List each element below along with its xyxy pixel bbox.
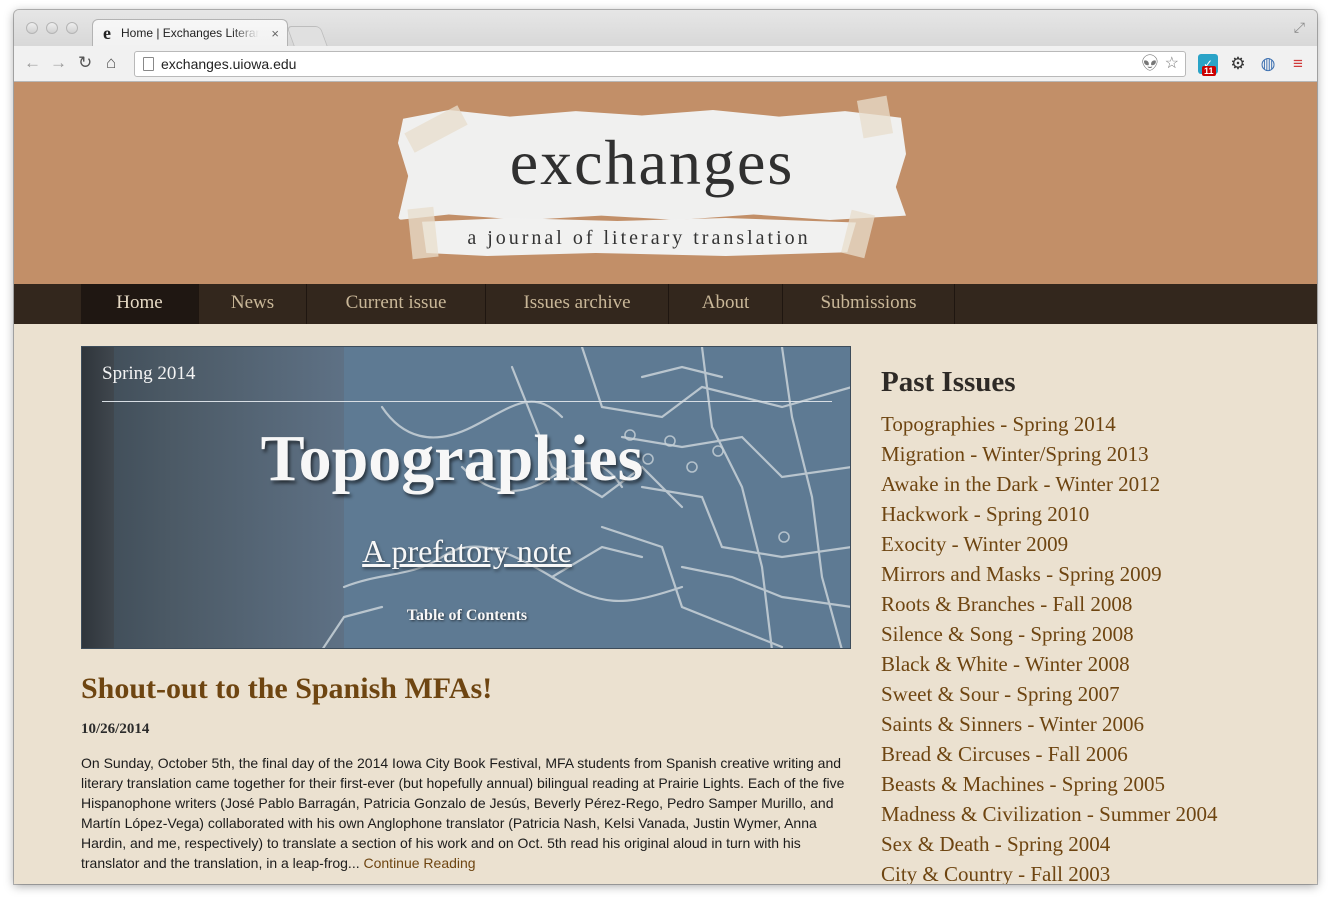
site-logo-title[interactable]: exchanges [398, 126, 906, 200]
title-bar: e Home | Exchanges Literary × ⤢ [14, 10, 1317, 47]
past-issue-link[interactable]: Black & White - Winter 2008 [881, 649, 1218, 679]
tab-title: Home | Exchanges Literary [121, 26, 259, 40]
past-issues-list: Topographies - Spring 2014 Migration - W… [881, 409, 1218, 884]
issue-season: Spring 2014 [102, 363, 196, 384]
continue-reading-link[interactable]: Continue Reading [364, 855, 476, 871]
site-favicon-icon: e [103, 23, 111, 43]
table-of-contents-link[interactable]: Table of Contents [82, 607, 850, 625]
browser-toolbar: ← → ↻ ⌂ exchanges.uiowa.edu 👽︎ ☆ ✓ 11 ⚙ … [14, 46, 1317, 82]
menu-icon[interactable]: ≡ [1288, 54, 1308, 74]
new-tab-button[interactable] [286, 26, 328, 46]
past-issue-link[interactable]: Awake in the Dark - Winter 2012 [881, 469, 1218, 499]
post-excerpt: On Sunday, October 5th, the final day of… [81, 753, 851, 873]
post-body-text: On Sunday, October 5th, the final day of… [81, 755, 845, 871]
extension-badge: 11 [1202, 66, 1216, 76]
nav-current-issue[interactable]: Current issue [307, 284, 486, 324]
past-issue-link[interactable]: Sex & Death - Spring 2004 [881, 829, 1218, 859]
page-icon [143, 57, 154, 71]
past-issue-link[interactable]: City & Country - Fall 2003 [881, 859, 1218, 884]
past-issue-link[interactable]: Exocity - Winter 2009 [881, 529, 1218, 559]
past-issues-heading: Past Issues [881, 366, 1016, 398]
reddit-icon[interactable]: 👽︎ [1140, 55, 1160, 72]
past-issue-link[interactable]: Migration - Winter/Spring 2013 [881, 439, 1218, 469]
nav-about[interactable]: About [669, 284, 783, 324]
past-issue-link[interactable]: Roots & Branches - Fall 2008 [881, 589, 1218, 619]
zoom-window-button[interactable] [66, 22, 78, 34]
past-issue-link[interactable]: Topographies - Spring 2014 [881, 409, 1218, 439]
prefatory-note-link[interactable]: A prefatory note [82, 533, 850, 570]
checkmark-extension-icon[interactable]: ✓ 11 [1198, 54, 1218, 76]
past-issue-link[interactable]: Bread & Circuses - Fall 2006 [881, 739, 1218, 769]
past-issue-link[interactable]: Madness & Civilization - Summer 2004 [881, 799, 1218, 829]
back-arrow-icon[interactable]: ← [24, 53, 41, 73]
main-nav: Home News Current issue Issues archive A… [14, 284, 1317, 324]
browser-window: e Home | Exchanges Literary × ⤢ ← → ↻ ⌂ … [14, 10, 1317, 884]
minimize-window-button[interactable] [46, 22, 58, 34]
globe-icon[interactable]: ◍ [1258, 54, 1278, 74]
page-content: exchanges a journal of literary translat… [14, 82, 1317, 884]
past-issue-link[interactable]: Mirrors and Masks - Spring 2009 [881, 559, 1218, 589]
reload-icon[interactable]: ↻ [78, 53, 92, 73]
tab-close-icon[interactable]: × [271, 20, 279, 47]
past-issue-link[interactable]: Silence & Song - Spring 2008 [881, 619, 1218, 649]
nav-issues-archive[interactable]: Issues archive [486, 284, 669, 324]
past-issue-link[interactable]: Saints & Sinners - Winter 2006 [881, 709, 1218, 739]
bookmark-star-icon[interactable]: ☆ [1165, 55, 1179, 72]
past-issue-link[interactable]: Beasts & Machines - Spring 2005 [881, 769, 1218, 799]
home-icon[interactable]: ⌂ [106, 53, 116, 73]
nav-news[interactable]: News [199, 284, 307, 324]
map-lines-graphic [322, 347, 850, 648]
nav-submissions[interactable]: Submissions [783, 284, 955, 324]
close-window-button[interactable] [26, 22, 38, 34]
past-issue-link[interactable]: Sweet & Sour - Spring 2007 [881, 679, 1218, 709]
post-title-link[interactable]: Shout-out to the Spanish MFAs! [81, 672, 492, 706]
post-date: 10/26/2014 [81, 721, 150, 737]
fullscreen-icon[interactable]: ⤢ [1294, 19, 1305, 36]
masthead: exchanges a journal of literary translat… [14, 82, 1317, 284]
past-issue-link[interactable]: Hackwork - Spring 2010 [881, 499, 1218, 529]
browser-tab[interactable]: e Home | Exchanges Literary × [92, 19, 288, 47]
url-text: exchanges.uiowa.edu [161, 56, 297, 72]
issue-title[interactable]: Topographies [82, 421, 850, 497]
site-tagline: a journal of literary translation [467, 227, 811, 249]
forward-arrow-icon[interactable]: → [50, 53, 67, 73]
nav-home[interactable]: Home [81, 284, 199, 324]
divider [102, 401, 832, 402]
featured-issue-banner[interactable]: Spring 2014 Topographies A prefatory not… [81, 346, 851, 649]
address-bar[interactable]: exchanges.uiowa.edu 👽︎ ☆ [134, 51, 1186, 77]
gear-icon[interactable]: ⚙ [1228, 54, 1248, 74]
